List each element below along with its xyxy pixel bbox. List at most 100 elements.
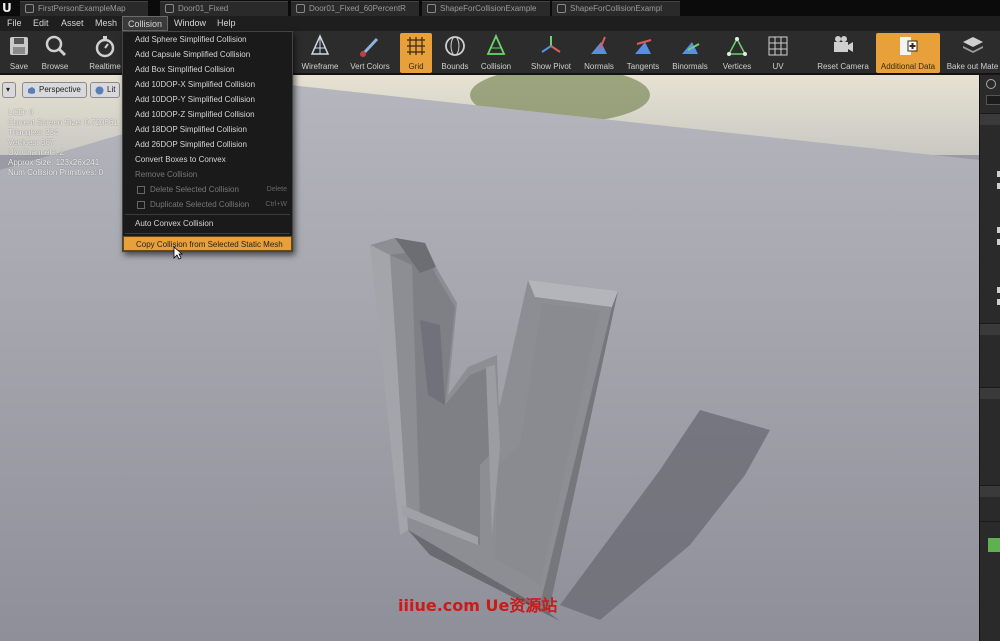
- vert-colors-button[interactable]: Vert Colors: [346, 33, 394, 73]
- menu-mesh[interactable]: Mesh: [90, 16, 122, 31]
- wrench-row[interactable]: [980, 521, 1000, 533]
- wireframe-icon: [308, 34, 332, 58]
- menu-file[interactable]: File: [2, 16, 27, 31]
- section-header[interactable]: [980, 485, 1000, 497]
- save-icon: [7, 34, 31, 58]
- binormals-button[interactable]: Binormals: [669, 33, 711, 73]
- menu-item-add-26dop[interactable]: Add 26DOP Simplified Collision: [123, 137, 292, 152]
- pivot-icon: [539, 34, 563, 58]
- search-icon[interactable]: [986, 79, 996, 89]
- save-button[interactable]: Save: [4, 33, 34, 73]
- additional-data-icon: [896, 34, 920, 58]
- collision-button[interactable]: Collision: [476, 33, 516, 73]
- grid-button[interactable]: Grid: [400, 33, 432, 73]
- menu-window[interactable]: Window: [169, 16, 211, 31]
- save-label: Save: [9, 62, 29, 71]
- normals-label: Normals: [584, 62, 614, 71]
- menu-item-add-10dop-z[interactable]: Add 10DOP-Z Simplified Collision: [123, 107, 292, 122]
- level-icon: [25, 4, 34, 13]
- grid-label: Grid: [408, 62, 424, 71]
- perspective-button[interactable]: Perspective: [22, 82, 87, 98]
- bake-out-label: Bake out Mate: [946, 62, 999, 71]
- wireframe-label: Wireframe: [301, 62, 339, 71]
- browse-button[interactable]: Browse: [38, 33, 72, 73]
- tangents-button[interactable]: Tangents: [623, 33, 663, 73]
- normals-button[interactable]: Normals: [580, 33, 618, 73]
- grid-icon: [404, 34, 428, 58]
- search-input[interactable]: [986, 95, 1000, 105]
- tab-label: Door01_Fixed: [178, 4, 229, 13]
- bounds-button[interactable]: Bounds: [438, 33, 472, 73]
- browse-label: Browse: [41, 62, 69, 71]
- binormals-label: Binormals: [672, 62, 708, 71]
- duplicate-selected-label: Duplicate Selected Collision: [150, 200, 250, 209]
- vert-colors-label: Vert Colors: [350, 62, 390, 71]
- wireframe-button[interactable]: Wireframe: [299, 33, 341, 73]
- duplicate-icon: [137, 201, 145, 209]
- static-mesh-icon: [557, 4, 566, 13]
- static-mesh-icon: [165, 4, 174, 13]
- uv-grid-icon: [766, 34, 790, 58]
- section-header[interactable]: [980, 323, 1000, 335]
- menu-item-auto-convex-collision[interactable]: Auto Convex Collision: [123, 216, 292, 231]
- show-pivot-label: Show Pivot: [530, 62, 572, 71]
- menu-item-remove-collision[interactable]: Remove Collision: [123, 167, 292, 182]
- additional-data-button[interactable]: Additional Data: [876, 33, 940, 73]
- perspective-label: Perspective: [39, 85, 81, 94]
- delete-icon: [137, 186, 145, 194]
- tab-label: ShapeForCollisionExampl: [570, 4, 663, 13]
- reset-camera-button[interactable]: Reset Camera: [814, 33, 872, 73]
- menu-item-add-capsule[interactable]: Add Capsule Simplified Collision: [123, 47, 292, 62]
- bake-out-materials-button[interactable]: Bake out Mate: [945, 33, 1000, 73]
- stat-uv-channels: UV Channels: 2: [8, 148, 65, 157]
- duplicate-shortcut: Ctrl+W: [265, 201, 287, 208]
- menu-item-add-10dop-y[interactable]: Add 10DOP-Y Simplified Collision: [123, 92, 292, 107]
- menu-help[interactable]: Help: [212, 16, 241, 31]
- menu-item-duplicate-selected-collision[interactable]: Duplicate Selected Collision Ctrl+W: [123, 197, 292, 212]
- tab-label: Door01_Fixed_60PercentR: [309, 4, 406, 13]
- realtime-button[interactable]: Realtime: [88, 33, 122, 73]
- menu-separator: [125, 214, 290, 215]
- stat-lod: LOD: 0: [8, 108, 34, 117]
- green-swatch[interactable]: [988, 538, 1000, 552]
- additional-data-label: Additional Data: [880, 62, 936, 71]
- tab-first-person-example-map[interactable]: FirstPersonExampleMap: [20, 1, 148, 16]
- menu-item-convert-boxes-to-convex[interactable]: Convert Boxes to Convex: [123, 152, 292, 167]
- details-panel: [979, 75, 1000, 641]
- menu-edit[interactable]: Edit: [28, 16, 54, 31]
- menu-bar: File Edit Asset Mesh Collision Window He…: [0, 16, 1000, 31]
- tab-shape-for-collision-example-a[interactable]: ShapeForCollisionExample: [422, 1, 550, 16]
- section-header[interactable]: [980, 113, 1000, 125]
- menu-item-add-10dop-x[interactable]: Add 10DOP-X Simplified Collision: [123, 77, 292, 92]
- normals-icon: [587, 34, 611, 58]
- unreal-logo-icon[interactable]: U: [2, 1, 18, 15]
- collision-icon: [484, 33, 508, 58]
- viewport-options-button[interactable]: ▾: [2, 82, 16, 98]
- chevron-down-icon: ▾: [6, 85, 11, 94]
- tab-door01-fixed-60-percent[interactable]: Door01_Fixed_60PercentR: [291, 1, 419, 16]
- menu-collision[interactable]: Collision: [122, 16, 169, 31]
- uv-button[interactable]: UV: [760, 33, 796, 73]
- menu-asset[interactable]: Asset: [56, 16, 89, 31]
- menu-item-delete-selected-collision[interactable]: Delete Selected Collision Delete: [123, 182, 292, 197]
- collision-dropdown-menu: Add Sphere Simplified Collision Add Caps…: [122, 31, 293, 252]
- tab-shape-for-collision-example-b[interactable]: ShapeForCollisionExampl: [552, 1, 680, 16]
- tab-label: FirstPersonExampleMap: [38, 4, 126, 13]
- stat-screen-size: Current Screen Size: 0.720561: [8, 118, 118, 127]
- menu-item-add-18dop[interactable]: Add 18DOP Simplified Collision: [123, 122, 292, 137]
- menu-item-add-box[interactable]: Add Box Simplified Collision: [123, 62, 292, 77]
- vertices-icon: [725, 34, 749, 58]
- menu-item-add-sphere[interactable]: Add Sphere Simplified Collision: [123, 32, 292, 47]
- stat-vertices: Vertices: 367: [8, 138, 55, 147]
- menu-item-copy-collision-from-selected[interactable]: Copy Collision from Selected Static Mesh: [123, 236, 292, 251]
- show-pivot-button[interactable]: Show Pivot: [527, 33, 575, 73]
- tangents-label: Tangents: [626, 62, 660, 71]
- menu-separator: [125, 233, 290, 234]
- lit-mode-button[interactable]: Lit: [90, 82, 120, 98]
- uv-label: UV: [772, 62, 784, 71]
- tab-door01-fixed[interactable]: Door01_Fixed: [160, 1, 288, 16]
- vertices-button[interactable]: Vertices: [718, 33, 756, 73]
- static-mesh-icon: [427, 4, 436, 13]
- section-header[interactable]: [980, 387, 1000, 399]
- delete-shortcut: Delete: [266, 186, 287, 193]
